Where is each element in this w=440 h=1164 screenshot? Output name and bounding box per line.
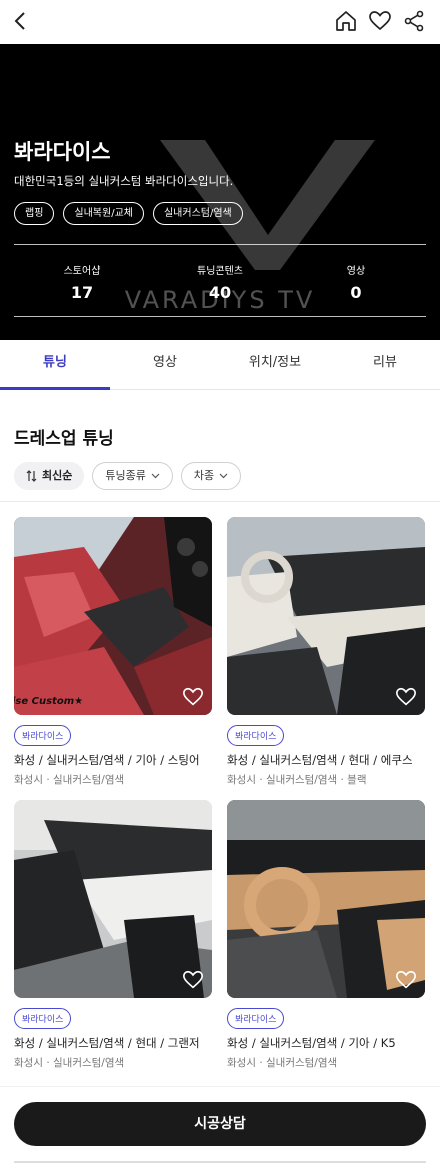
top-bar (0, 0, 440, 44)
tuning-type-dropdown[interactable]: 튜닝종류 (92, 462, 173, 490)
section-title: 드레스업 튜닝 (14, 429, 114, 449)
store-description: 대한민국1등의 실내커스텀 봐라다이스입니다. (14, 174, 234, 188)
stat-value: 40 (208, 283, 232, 302)
stat-label: 영상 (346, 266, 366, 277)
store-title: 봐라다이스 (14, 140, 111, 164)
bottom-action-bar: 시공상담 (0, 1086, 440, 1164)
tuning-card[interactable]: 봐라다이스 화성 / 실내커스텀/염색 / 현대 / 에쿠스 화성시 · 실내커… (227, 517, 425, 787)
like-heart-icon[interactable] (395, 969, 417, 991)
stat-label: 튜닝콘텐츠 (197, 266, 243, 277)
card-title: 화성 / 실내커스텀/염색 / 기아 / 스팅어 (14, 753, 200, 767)
like-heart-icon[interactable] (182, 969, 204, 991)
chevron-down-icon (219, 473, 228, 479)
dropdown-label: 튜닝종류 (105, 469, 146, 482)
store-tags: 랩핑 실내복원/교체 실내커스텀/염색 (14, 202, 243, 225)
chevron-down-icon (151, 473, 160, 479)
store-badge: 봐라다이스 (227, 725, 285, 746)
card-subtitle: 화성시 · 실내커스텀/염색 (14, 1057, 125, 1069)
stat-value: 0 (350, 283, 362, 302)
card-title: 화성 / 실내커스텀/염색 / 기아 / K5 (227, 1036, 396, 1050)
sort-icon (26, 470, 37, 482)
stat-contents: 튜닝콘텐츠 40 (160, 262, 280, 302)
tab-video[interactable]: 영상 (110, 340, 220, 389)
card-subtitle: 화성시 · 실내커스텀/염색 (14, 774, 125, 786)
card-thumbnail[interactable]: ise Custom★ (14, 517, 212, 715)
divider (14, 316, 426, 317)
tab-tuning[interactable]: 튜닝 (0, 340, 110, 390)
top-actions (334, 9, 426, 33)
divider (0, 501, 440, 502)
card-thumbnail[interactable] (14, 800, 212, 998)
tuning-card[interactable]: 봐라다이스 화성 / 실내커스텀/염색 / 현대 / 그랜저 화성시 · 실내커… (14, 800, 212, 1070)
bottom-divider (14, 1161, 426, 1163)
tab-review[interactable]: 리뷰 (330, 340, 440, 389)
dropdown-label: 차종 (193, 469, 215, 482)
tag-chip[interactable]: 실내커스텀/염색 (152, 202, 243, 225)
card-title: 화성 / 실내커스텀/염색 / 현대 / 에쿠스 (227, 753, 413, 767)
filter-bar: 최신순 튜닝종류 차종 (14, 462, 242, 490)
store-hero: VARADIYS TV 봐라다이스 대한민국1등의 실내커스텀 봐라다이스입니다… (0, 44, 440, 340)
share-icon[interactable] (402, 9, 426, 33)
stat-value: 17 (70, 283, 94, 302)
back-arrow-icon[interactable] (8, 8, 34, 34)
car-model-dropdown[interactable]: 차종 (180, 462, 242, 490)
card-subtitle: 화성시 · 실내커스텀/염색 · 블랙 (227, 774, 367, 786)
home-icon[interactable] (334, 9, 358, 33)
sort-label: 최신순 (42, 469, 73, 482)
card-thumbnail[interactable] (227, 517, 425, 715)
photo-overlay-text: ise Custom★ (14, 696, 84, 707)
store-badge: 봐라다이스 (227, 1008, 285, 1029)
stat-label: 스토어샵 (63, 266, 101, 277)
divider (14, 244, 426, 245)
heart-icon[interactable] (368, 9, 392, 33)
card-subtitle: 화성시 · 실내커스텀/염색 (227, 1057, 338, 1069)
store-badge: 봐라다이스 (14, 725, 72, 746)
tab-location-info[interactable]: 위치/정보 (220, 340, 330, 389)
card-thumbnail[interactable] (227, 800, 425, 998)
tuning-card[interactable]: ise Custom★ 봐라다이스 화성 / 실내커스텀/염색 / 기아 / 스… (14, 517, 212, 787)
tag-chip[interactable]: 랩핑 (14, 202, 55, 225)
tuning-card[interactable]: 봐라다이스 화성 / 실내커스텀/염색 / 기아 / K5 화성시 · 실내커스… (227, 800, 425, 1070)
consult-button[interactable]: 시공상담 (14, 1102, 426, 1146)
stat-videos: 영상 0 (296, 262, 416, 302)
store-badge: 봐라다이스 (14, 1008, 72, 1029)
like-heart-icon[interactable] (182, 686, 204, 708)
store-stats: 스토어샵 17 튜닝콘텐츠 40 영상 0 (14, 256, 426, 312)
like-heart-icon[interactable] (395, 686, 417, 708)
tab-bar: 튜닝 영상 위치/정보 리뷰 (0, 340, 440, 390)
tag-chip[interactable]: 실내복원/교체 (63, 202, 144, 225)
sort-button[interactable]: 최신순 (14, 462, 85, 490)
stat-store: 스토어샵 17 (22, 262, 142, 302)
card-title: 화성 / 실내커스텀/염색 / 현대 / 그랜저 (14, 1036, 200, 1050)
